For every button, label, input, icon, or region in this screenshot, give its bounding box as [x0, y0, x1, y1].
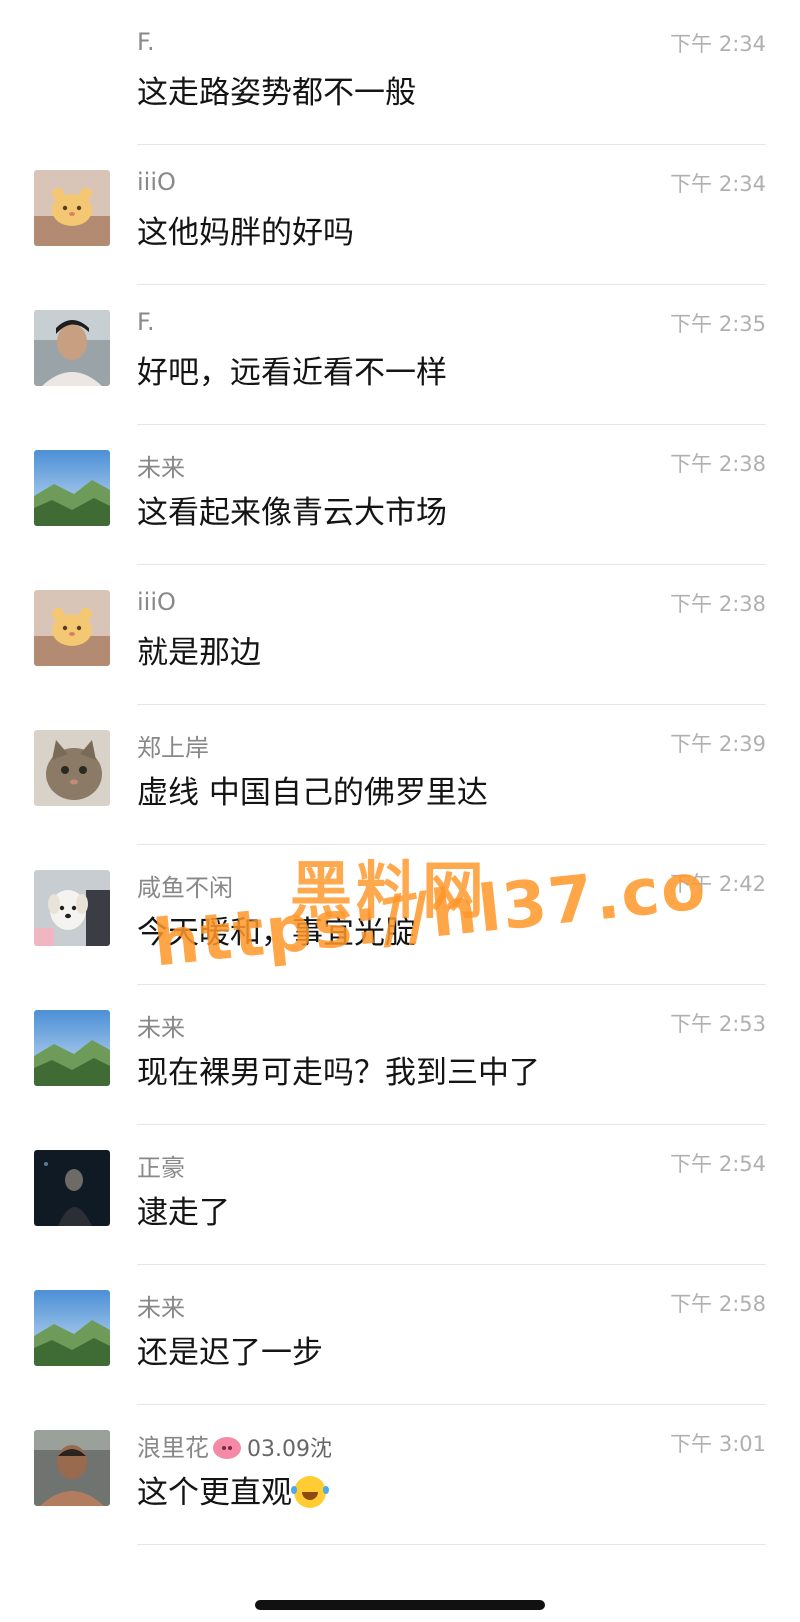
sender-name-text: 郑上岸 [137, 734, 209, 762]
message-time: 下午 2:34 [670, 32, 766, 56]
sender-name[interactable]: iiiO [137, 588, 176, 616]
dark-portrait-avatar[interactable] [34, 1150, 110, 1226]
sender-name-text: 咸鱼不闲 [137, 874, 233, 902]
person-photo-avatar[interactable] [34, 310, 110, 386]
message-text-content: 这看起来像青云大市场 [137, 495, 447, 531]
sender-name[interactable]: 未来 [137, 448, 185, 483]
message-time: 下午 3:01 [670, 1432, 766, 1456]
chat-message-row[interactable]: F. 下午 2:34 这走路姿势都不一般 [0, 0, 800, 145]
message-time: 下午 2:42 [670, 872, 766, 896]
mountain-landscape-avatar[interactable] [34, 1290, 110, 1366]
sender-name-text: 未来 [137, 454, 185, 482]
message-text-content: 逮走了 [137, 1195, 230, 1231]
message-time: 下午 2:39 [670, 732, 766, 756]
chat-message-row[interactable]: F. 下午 2:35 好吧，远看近看不一样 [0, 280, 800, 425]
sender-name[interactable]: 郑上岸 [137, 728, 209, 763]
sender-name[interactable]: F. [137, 28, 155, 56]
message-text-content: 这个更直观 [137, 1475, 292, 1511]
dog-photo-avatar[interactable] [34, 870, 110, 946]
message-text[interactable]: 这个更直观 [137, 1467, 326, 1512]
chat-message-row[interactable]: iiiO 下午 2:38 就是那边 [0, 560, 800, 705]
chat-message-row[interactable]: 正豪 下午 2:54 逮走了 [0, 1120, 800, 1265]
message-text-content: 还是迟了一步 [137, 1335, 323, 1371]
sender-name-text: iiiO [137, 168, 176, 196]
sender-name-text: F. [137, 28, 155, 56]
message-text[interactable]: 好吧，远看近看不一样 [137, 347, 447, 392]
message-text-content: 这走路姿势都不一般 [137, 75, 416, 111]
sender-name[interactable]: 未来 [137, 1288, 185, 1323]
sender-name[interactable]: 浪里花 03.09沈 [137, 1428, 332, 1463]
cat-photo-avatar[interactable] [34, 730, 110, 806]
sender-name[interactable]: 正豪 [137, 1148, 185, 1183]
sender-name-text: 未来 [137, 1294, 185, 1322]
message-text[interactable]: 这他妈胖的好吗 [137, 207, 354, 252]
message-time: 下午 2:53 [670, 1012, 766, 1036]
chat-message-row[interactable]: iiiO 下午 2:34 这他妈胖的好吗 [0, 140, 800, 285]
sender-name[interactable]: 咸鱼不闲 [137, 868, 233, 903]
message-text-content: 现在裸男可走吗？我到三中了 [137, 1055, 540, 1091]
message-time: 下午 2:38 [670, 592, 766, 616]
sender-name-text: 未来 [137, 1014, 185, 1042]
message-text[interactable]: 虚线 中国自己的佛罗里达 [137, 767, 488, 812]
mountain-landscape-avatar[interactable] [34, 1010, 110, 1086]
message-text[interactable]: 还是迟了一步 [137, 1327, 323, 1372]
message-time: 下午 2:54 [670, 1152, 766, 1176]
message-text[interactable]: 这走路姿势都不一般 [137, 67, 416, 112]
message-time: 下午 2:35 [670, 312, 766, 336]
chat-message-row[interactable]: 咸鱼不闲 下午 2:42 今天暖和，事宜光腚 [0, 840, 800, 985]
sender-name-text: F. [137, 308, 155, 336]
sender-name-text: 浪里花 [137, 1434, 209, 1462]
sender-name[interactable]: 未来 [137, 1008, 185, 1043]
chat-message-row[interactable]: 浪里花 03.09沈 下午 3:01 这个更直观 [0, 1400, 800, 1545]
message-text[interactable]: 逮走了 [137, 1187, 230, 1232]
mountain-landscape-avatar[interactable] [34, 450, 110, 526]
chat-message-row[interactable]: 郑上岸 下午 2:39 虚线 中国自己的佛罗里达 [0, 700, 800, 845]
chat-message-row[interactable]: 未来 下午 2:58 还是迟了一步 [0, 1260, 800, 1405]
message-text[interactable]: 这看起来像青云大市场 [137, 487, 447, 532]
message-text-content: 就是那边 [137, 635, 261, 671]
message-text-content: 虚线 中国自己的佛罗里达 [137, 775, 488, 811]
message-text[interactable]: 就是那边 [137, 627, 261, 672]
chat-message-row[interactable]: 未来 下午 2:38 这看起来像青云大市场 [0, 420, 800, 565]
sender-name-text: 正豪 [137, 1154, 185, 1182]
sender-name[interactable]: iiiO [137, 168, 176, 196]
sender-name[interactable]: F. [137, 308, 155, 336]
laughing-tears-emoji-icon [291, 1476, 326, 1508]
message-text[interactable]: 今天暖和，事宜光腚 [137, 907, 416, 952]
message-time: 下午 2:34 [670, 172, 766, 196]
cartoon-bear-avatar[interactable] [34, 170, 110, 246]
message-text[interactable]: 现在裸男可走吗？我到三中了 [137, 1047, 540, 1092]
man-photo-avatar[interactable] [34, 1430, 110, 1506]
cartoon-bear-avatar[interactable] [34, 590, 110, 666]
home-indicator[interactable] [255, 1600, 545, 1610]
message-time: 下午 2:58 [670, 1292, 766, 1316]
message-divider [137, 1544, 766, 1545]
sender-name-text: iiiO [137, 588, 176, 616]
chat-message-row[interactable]: 未来 下午 2:53 现在裸男可走吗？我到三中了 [0, 980, 800, 1125]
message-text-content: 今天暖和，事宜光腚 [137, 915, 416, 951]
message-text-content: 这他妈胖的好吗 [137, 215, 354, 251]
sender-name-suffix: 03.09沈 [247, 1437, 332, 1462]
message-text-content: 好吧，远看近看不一样 [137, 355, 447, 391]
message-time: 下午 2:38 [670, 452, 766, 476]
pig-icon [213, 1437, 241, 1459]
